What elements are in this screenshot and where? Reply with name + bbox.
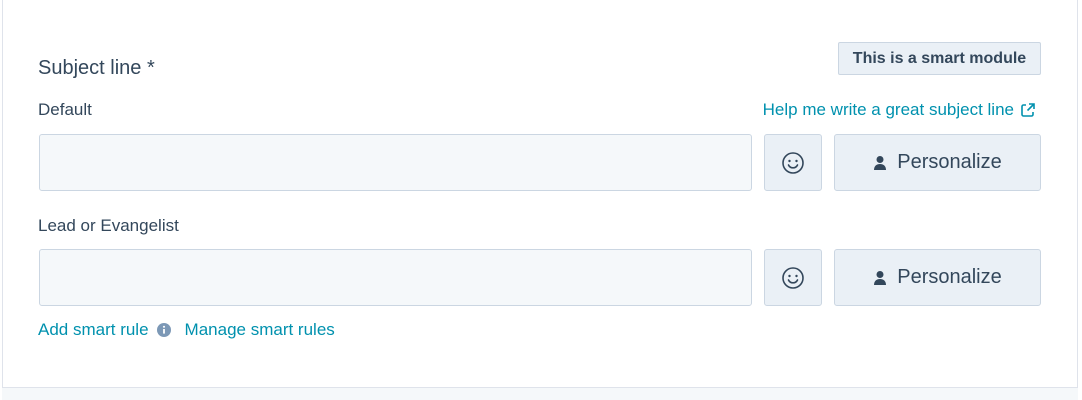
default-subject-input[interactable]: [39, 134, 752, 191]
manage-smart-rules-link[interactable]: Manage smart rules: [185, 320, 335, 340]
section-title: Subject line *: [38, 57, 155, 79]
default-emoji-button[interactable]: [764, 134, 822, 191]
person-icon: [873, 270, 887, 286]
personalize-label: Personalize: [897, 151, 1002, 173]
help-link-text: Help me write a great subject line: [762, 100, 1014, 119]
lead-field-label: Lead or Evangelist: [38, 216, 179, 235]
smart-rules-links: Add smart rule Manage smart rules: [38, 320, 335, 340]
default-personalize-button[interactable]: Personalize: [834, 134, 1041, 191]
lead-personalize-button[interactable]: Personalize: [834, 249, 1041, 306]
person-icon: [873, 155, 887, 171]
personalize-label: Personalize: [897, 266, 1002, 288]
help-subject-line-link[interactable]: Help me write a great subject line: [763, 100, 1036, 120]
smart-module-badge: This is a smart module: [838, 42, 1041, 75]
add-smart-rule-link[interactable]: Add smart rule: [38, 320, 149, 340]
info-icon[interactable]: [156, 323, 171, 337]
panel-divider: [2, 388, 1078, 400]
external-link-icon: [1020, 102, 1036, 118]
default-field-label: Default: [38, 100, 92, 119]
lead-subject-input[interactable]: [39, 249, 752, 306]
smiley-face-icon: [781, 266, 805, 290]
smiley-face-icon: [781, 151, 805, 175]
lead-emoji-button[interactable]: [764, 249, 822, 306]
